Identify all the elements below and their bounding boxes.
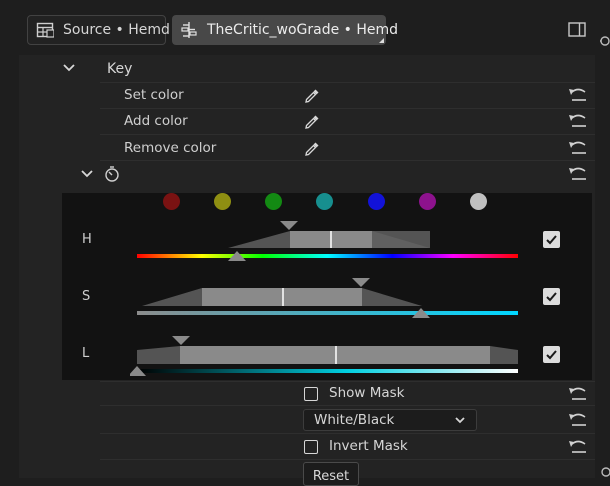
divider xyxy=(100,160,595,161)
reset-button[interactable]: Reset xyxy=(303,462,359,486)
saturation-enable-checkbox[interactable] xyxy=(543,288,560,305)
lightness-enable-checkbox[interactable] xyxy=(543,346,560,363)
saturation-range-slider[interactable] xyxy=(130,272,530,322)
cut-off-edge-glyph xyxy=(598,462,610,478)
add-color-label: Add color xyxy=(124,113,188,129)
reset-icon[interactable] xyxy=(568,112,588,130)
divider xyxy=(100,108,595,109)
invert-mask-label: Invert Mask xyxy=(329,438,408,454)
lightness-range-slider[interactable] xyxy=(130,330,530,380)
swatch-white[interactable] xyxy=(470,193,487,210)
set-color-label: Set color xyxy=(124,87,184,103)
eyedropper-icon[interactable] xyxy=(303,87,321,105)
reset-icon[interactable] xyxy=(568,86,588,104)
stopwatch-icon[interactable] xyxy=(103,165,121,183)
mask-mode-dropdown[interactable]: White/Black xyxy=(303,409,477,431)
swatch-red[interactable] xyxy=(163,193,180,210)
hue-range-slider[interactable] xyxy=(130,215,530,265)
eyedropper-icon[interactable] xyxy=(303,113,321,131)
reset-button-label: Reset xyxy=(312,469,350,484)
reset-icon[interactable] xyxy=(568,139,588,157)
tab-source[interactable]: Source • Hemd xyxy=(27,15,170,45)
saturation-label: S xyxy=(82,289,91,304)
swatch-yellow[interactable] xyxy=(214,193,231,210)
divider xyxy=(100,134,595,135)
mask-mode-value: White/Black xyxy=(314,412,395,428)
swatch-green[interactable] xyxy=(265,193,282,210)
reset-icon[interactable] xyxy=(568,411,588,429)
tab-menu-corner-icon[interactable] xyxy=(379,38,384,43)
divider xyxy=(100,459,595,460)
tab-source-label: Source • Hemd xyxy=(63,22,170,38)
effect-tree-icon xyxy=(180,21,198,39)
chevron-down-icon[interactable] xyxy=(62,62,76,74)
chevron-down-icon[interactable] xyxy=(80,168,94,180)
divider xyxy=(100,82,595,83)
hue-label: H xyxy=(82,232,92,247)
remove-color-label: Remove color xyxy=(124,140,217,156)
swatch-blue[interactable] xyxy=(368,193,385,210)
divider xyxy=(100,405,595,406)
divider xyxy=(100,381,595,382)
panel-layout-icon[interactable] xyxy=(568,22,586,37)
reset-icon[interactable] xyxy=(568,385,588,403)
show-mask-checkbox[interactable] xyxy=(304,387,318,401)
swatch-cyan[interactable] xyxy=(316,193,333,210)
table-icon xyxy=(36,21,54,39)
eyedropper-icon[interactable] xyxy=(303,140,321,158)
swatch-magenta[interactable] xyxy=(419,193,436,210)
hue-enable-checkbox[interactable] xyxy=(543,231,560,248)
chevron-down-icon xyxy=(454,415,466,425)
reset-icon[interactable] xyxy=(568,165,588,183)
key-section-title: Key xyxy=(107,61,133,77)
tab-thecritic-label: TheCritic_woGrade • Hemd xyxy=(207,22,399,38)
tab-thecritic[interactable]: TheCritic_woGrade • Hemd xyxy=(172,15,398,45)
cut-off-edge-glyph xyxy=(598,30,610,50)
invert-mask-checkbox[interactable] xyxy=(304,440,318,454)
reset-icon[interactable] xyxy=(568,438,588,456)
show-mask-label: Show Mask xyxy=(329,385,405,401)
lightness-label: L xyxy=(82,346,90,361)
divider xyxy=(100,433,595,434)
